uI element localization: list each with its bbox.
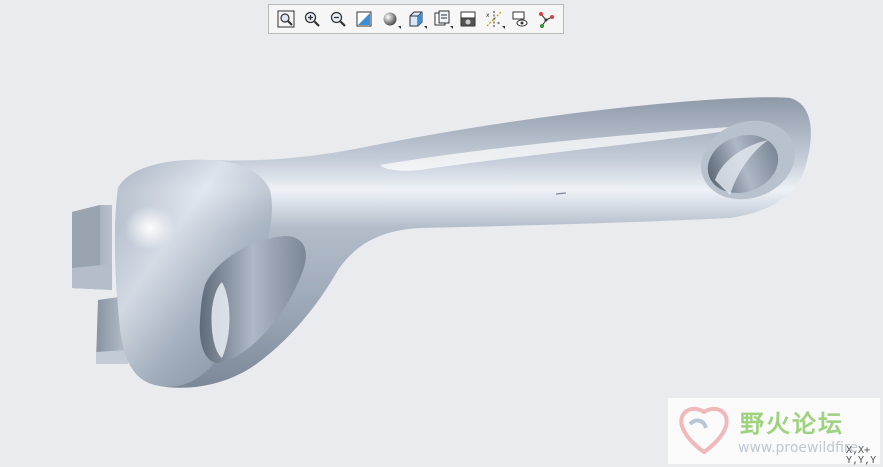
zoom-out-icon xyxy=(330,11,346,27)
repaint-button[interactable] xyxy=(353,8,375,30)
watermark-title: 野火论坛 xyxy=(740,410,844,438)
repaint-icon xyxy=(356,11,372,27)
spin-center-icon xyxy=(539,12,554,28)
handle-3d-model[interactable] xyxy=(0,0,883,467)
forum-logo-icon xyxy=(679,406,729,455)
zoom-fit-icon xyxy=(277,10,295,28)
camera-icon xyxy=(460,11,476,27)
view-manager-icon xyxy=(434,10,450,26)
spin-center-button[interactable] xyxy=(535,8,557,30)
refit-button[interactable] xyxy=(275,8,297,30)
annotation-display-button[interactable] xyxy=(509,8,531,30)
zoom-out-button[interactable] xyxy=(327,8,349,30)
view-toolbar: x * xyxy=(268,4,564,34)
view-cube-icon xyxy=(409,11,423,27)
display-style-button[interactable] xyxy=(379,8,401,30)
flyout-arrow xyxy=(450,26,453,29)
triad-line-2: Y,Y,Y xyxy=(846,455,877,466)
annotation-eye-icon xyxy=(512,11,528,27)
svg-text:x: x xyxy=(486,12,490,19)
zoom-in-icon xyxy=(304,11,320,27)
datum-display-button[interactable]: x * xyxy=(483,8,505,30)
coordinate-triad: X,X+ Y,Y,Y xyxy=(846,446,876,466)
svg-text:*: * xyxy=(497,21,500,28)
flyout-arrow xyxy=(398,26,401,29)
view-manager-button[interactable] xyxy=(431,8,453,30)
datum-axes-icon: x * xyxy=(486,11,502,28)
shading-sphere-icon xyxy=(383,12,397,26)
saved-orientations-button[interactable] xyxy=(405,8,427,30)
graphics-window[interactable]: x * 野火论坛 www.proewildfire X,X+ Y,Y,Y xyxy=(0,0,883,467)
flyout-arrow xyxy=(502,26,505,29)
perspective-view-button[interactable] xyxy=(457,8,479,30)
zoom-in-button[interactable] xyxy=(301,8,323,30)
flyout-arrow xyxy=(424,26,427,29)
